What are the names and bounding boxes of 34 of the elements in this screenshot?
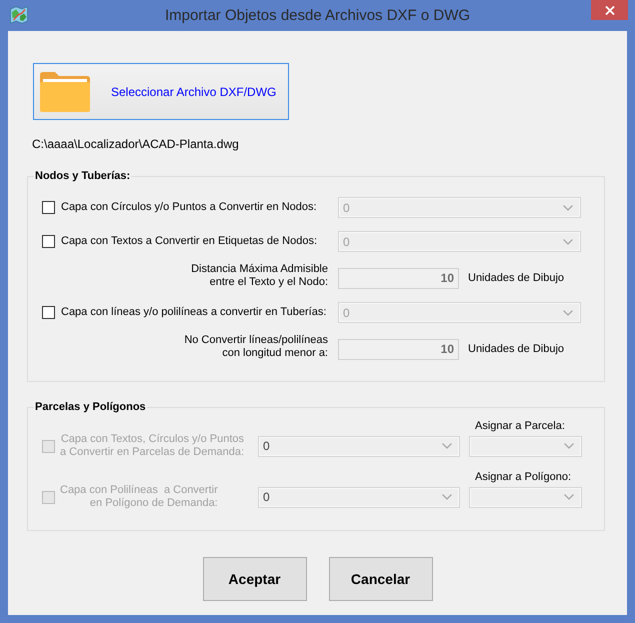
checkbox[interactable]	[42, 306, 55, 319]
chevron-down-icon	[442, 443, 452, 449]
file-path: C:\aaaa\Localizador\ACAD-Planta.dwg	[32, 137, 239, 152]
close-icon	[604, 6, 614, 14]
field-label: Asignar a Polígono:	[475, 470, 572, 484]
chevron-down-icon	[563, 310, 573, 316]
checkbox[interactable]	[42, 201, 55, 214]
field-label: Distancia Máxima Admisible entre el Texto y el Nodo:	[190, 263, 328, 289]
checkbox-label: Capa con Círculos y/o Puntos a Convertir en Nodos:	[61, 201, 318, 214]
window-title: Importar Objetos desde Archivos DXF o DWG	[164, 7, 470, 24]
group-title: Parcelas y Polígonos	[34, 400, 147, 415]
unit-label: Unidades de Dibujo	[468, 342, 564, 357]
accept-button[interactable]: Aceptar	[202, 557, 306, 601]
map-icon	[10, 6, 28, 24]
chevron-down-icon	[442, 494, 452, 500]
folder-icon	[40, 72, 90, 112]
field-label: No Convertir líneas/polilíneas con longitud menor a:	[183, 334, 328, 360]
number-field[interactable]: 10	[338, 268, 459, 289]
field-label: Asignar a Parcela:	[475, 419, 566, 433]
chevron-down-icon	[563, 204, 573, 210]
checkbox-label: Capa con Textos, Círculos y/o Puntos a Convertir en Parcelas de Demanda:	[60, 433, 244, 459]
group-title: Nodos y Tuberías:	[34, 169, 132, 184]
close-button[interactable]	[591, 0, 628, 20]
cancel-button[interactable]: Cancelar	[328, 557, 432, 601]
checkbox-label: Capa con Polilíneas a Convertir en Polígono de Demanda:	[60, 484, 218, 510]
number-field[interactable]: 10	[338, 339, 459, 360]
checkbox-label: Capa con Textos a Convertir en Etiquetas de Nodos:	[61, 235, 318, 248]
checkbox[interactable]	[42, 235, 55, 248]
chevron-down-icon	[564, 494, 574, 500]
checkbox-label: Capa con líneas y/o polilíneas a convertir en Tuberías:	[61, 306, 328, 319]
select-file-button[interactable]: Seleccionar Archivo DXF/DWG	[33, 63, 289, 120]
chevron-down-icon	[564, 443, 574, 449]
unit-label: Unidades de Dibujo	[468, 271, 564, 286]
chevron-down-icon	[563, 238, 573, 244]
